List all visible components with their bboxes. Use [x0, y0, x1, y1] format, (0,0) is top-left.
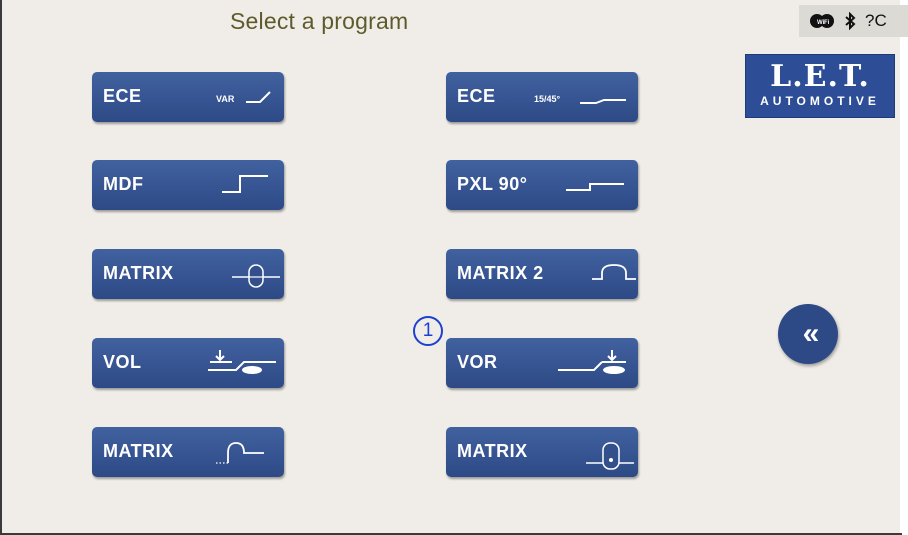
ece-15-45-icon: 15/45°: [534, 82, 630, 112]
logo-line-2: AUTOMOTIVE: [760, 94, 880, 108]
page-title: Select a program: [230, 8, 409, 34]
program-label: PXL 90°: [457, 174, 528, 194]
matrix-dot-icon: [586, 437, 636, 471]
program-button-vor[interactable]: VOR: [446, 338, 638, 388]
mdf-step-icon: [220, 170, 270, 200]
let-automotive-logo: L.E.T. AUTOMOTIVE: [745, 54, 895, 118]
wifi-icon: Wi Fi: [809, 13, 835, 29]
program-label: MATRIX 2: [457, 263, 544, 283]
screen: Select a program Wi Fi ?C L.E.T. AUTOMOT…: [0, 0, 908, 535]
program-label: MATRIX: [103, 263, 174, 283]
program-label: VOR: [457, 352, 498, 372]
program-button-mdf[interactable]: MDF: [92, 160, 284, 210]
program-label: VOL: [103, 352, 142, 372]
double-chevron-left-icon: «: [802, 317, 820, 350]
ece-15-45-text: 15/45°: [534, 94, 561, 104]
svg-text:Fi: Fi: [824, 20, 830, 26]
program-button-ece-var[interactable]: ECE VAR: [92, 72, 284, 122]
status-bar: Wi Fi ?C: [799, 5, 908, 37]
ece-var-icon: VAR: [216, 82, 276, 112]
program-button-pxl-90[interactable]: PXL 90°: [446, 160, 638, 210]
pxl-step-icon: [564, 170, 628, 200]
program-button-matrix-oval[interactable]: MATRIX: [92, 249, 284, 299]
program-button-vol[interactable]: VOL: [92, 338, 284, 388]
program-label: MATRIX: [103, 441, 174, 461]
program-label: MDF: [103, 174, 144, 194]
program-label: ECE: [457, 86, 496, 106]
ece-var-text: VAR: [216, 94, 235, 104]
program-button-matrix-2[interactable]: MATRIX 2: [446, 249, 638, 299]
matrix-oval-icon: [232, 259, 282, 291]
back-button[interactable]: «: [778, 304, 838, 364]
program-label: ECE: [103, 86, 142, 106]
matrix-dotted-curve-icon: [214, 437, 280, 469]
vor-icon: [554, 348, 638, 380]
annotation-marker: 1: [413, 316, 443, 346]
program-button-matrix-curve[interactable]: MATRIX: [92, 427, 284, 477]
vol-icon: [206, 348, 282, 380]
bluetooth-icon: [844, 12, 856, 30]
status-text: ?C: [865, 11, 887, 30]
program-label: MATRIX: [457, 441, 528, 461]
matrix2-curve-icon: [592, 259, 638, 291]
program-button-ece-15-45[interactable]: ECE 15/45°: [446, 72, 638, 122]
program-button-matrix-dot[interactable]: MATRIX: [446, 427, 638, 477]
logo-line-1: L.E.T.: [770, 59, 870, 94]
